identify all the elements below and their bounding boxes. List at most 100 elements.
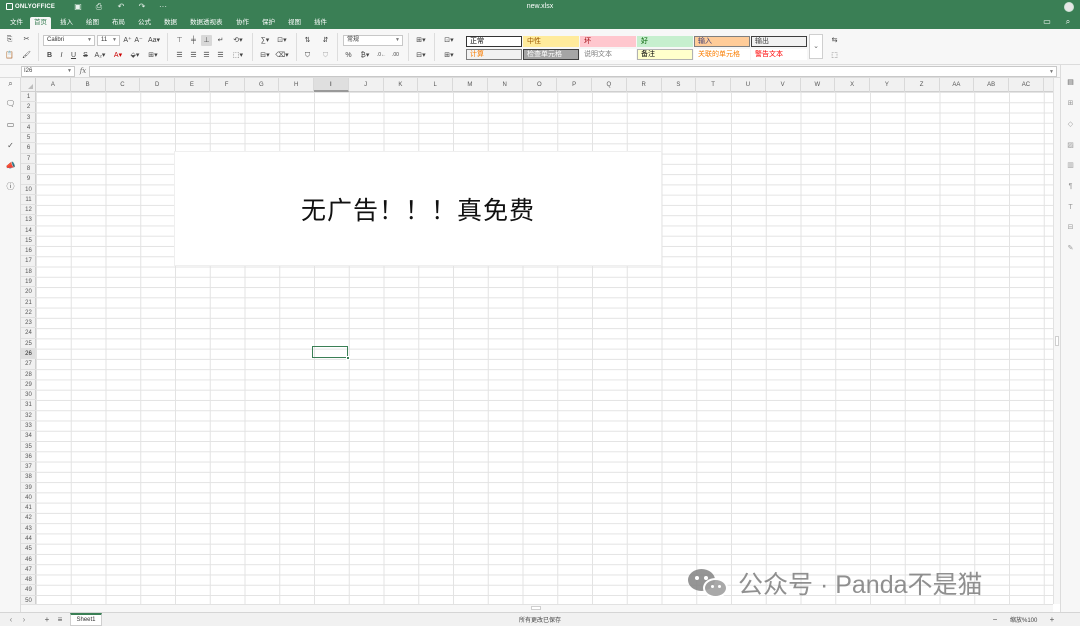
italic-icon[interactable]: I: [56, 50, 67, 61]
comments-icon[interactable]: 🗨: [5, 98, 16, 109]
column-header[interactable]: E: [175, 78, 210, 92]
cell-style-option[interactable]: 警告文本: [751, 49, 807, 60]
column-header[interactable]: S: [662, 78, 697, 92]
strikethrough-icon[interactable]: S: [80, 50, 91, 61]
row-header[interactable]: 36: [21, 452, 36, 463]
autosum-icon[interactable]: ∑▾: [258, 35, 272, 46]
row-header[interactable]: 39: [21, 483, 36, 493]
column-header[interactable]: L: [418, 78, 453, 92]
delete-cells-icon[interactable]: ⊟▾: [414, 50, 428, 61]
sort-ascending-icon[interactable]: ⇅: [302, 35, 313, 46]
active-cell-selection[interactable]: [312, 346, 350, 360]
column-header[interactable]: O: [523, 78, 558, 92]
conditional-format-icon[interactable]: ⊡▾: [441, 35, 457, 46]
cell-style-option[interactable]: 好: [637, 36, 693, 47]
menu-tab[interactable]: 插入: [56, 17, 77, 29]
menu-tab[interactable]: 插件: [310, 17, 331, 29]
shape-settings-icon[interactable]: ◇: [1065, 119, 1076, 130]
clear-icon[interactable]: ⌫▾: [275, 50, 289, 61]
increase-font-icon[interactable]: A⁺: [122, 35, 133, 46]
menu-tab[interactable]: 公式: [134, 17, 155, 29]
row-header[interactable]: 10: [21, 185, 36, 195]
horizontal-scrollbar[interactable]: [21, 604, 1053, 612]
about-icon[interactable]: ⓘ: [5, 181, 16, 192]
change-case-icon[interactable]: Aa▾: [146, 35, 162, 46]
text-art-settings-icon[interactable]: T: [1065, 202, 1076, 213]
row-header[interactable]: 20: [21, 287, 36, 298]
fill-handle[interactable]: [346, 356, 350, 360]
vertical-scroll-thumb[interactable]: [1055, 336, 1059, 346]
column-header[interactable]: Z: [905, 78, 940, 92]
row-header[interactable]: 16: [21, 246, 36, 257]
row-header[interactable]: 17: [21, 256, 36, 267]
row-header[interactable]: 45: [21, 544, 36, 555]
spellcheck-icon[interactable]: ✓: [5, 140, 16, 151]
row-header[interactable]: 44: [21, 534, 36, 545]
save-icon[interactable]: ▣: [73, 2, 83, 12]
row-header[interactable]: 3: [21, 113, 36, 123]
column-header[interactable]: AC: [1009, 78, 1044, 92]
row-header[interactable]: 25: [21, 339, 36, 349]
select-all-corner[interactable]: [21, 78, 36, 92]
clear-filter-icon[interactable]: ⛉: [320, 50, 331, 61]
column-header[interactable]: F: [210, 78, 245, 92]
row-header[interactable]: 18: [21, 267, 36, 278]
bold-icon[interactable]: B: [44, 50, 55, 61]
format-as-table-icon[interactable]: ⊞▾: [441, 50, 457, 61]
add-sheet-icon[interactable]: +: [42, 614, 52, 625]
row-header[interactable]: 9: [21, 174, 36, 185]
row-header[interactable]: 31: [21, 400, 36, 411]
undo-icon[interactable]: ↶: [116, 2, 126, 12]
subscript-icon[interactable]: A₂▾: [93, 50, 107, 61]
column-header[interactable]: T: [696, 78, 731, 92]
cell-style-option[interactable]: 输出: [751, 36, 807, 47]
column-header[interactable]: R: [627, 78, 662, 92]
insert-cells-icon[interactable]: ⊞▾: [414, 35, 428, 46]
cell-style-option[interactable]: 坏: [580, 36, 636, 47]
menu-tab[interactable]: 数据透视表: [186, 17, 227, 29]
zoom-in-icon[interactable]: +: [1047, 614, 1057, 625]
paragraph-settings-icon[interactable]: ¶: [1065, 181, 1076, 192]
row-header[interactable]: 35: [21, 442, 36, 452]
text-box-shape[interactable]: 无广告！！！真免费: [175, 152, 661, 265]
row-header[interactable]: 38: [21, 472, 36, 483]
cell-style-option[interactable]: 说明文本: [580, 49, 636, 60]
row-header[interactable]: 4: [21, 123, 36, 134]
column-header[interactable]: P: [557, 78, 592, 92]
row-header[interactable]: 27: [21, 359, 36, 370]
underline-icon[interactable]: U: [68, 50, 79, 61]
image-settings-icon[interactable]: ▨: [1065, 140, 1076, 151]
row-header[interactable]: 8: [21, 164, 36, 175]
fill-color-icon[interactable]: ⬙▾: [128, 50, 142, 61]
row-header[interactable]: 49: [21, 585, 36, 596]
justify-icon[interactable]: ☰: [215, 50, 226, 61]
font-size-select[interactable]: 11 ▼: [97, 35, 120, 46]
font-name-select[interactable]: Calibri ▼: [43, 35, 95, 46]
open-location-icon[interactable]: ▭: [1042, 17, 1052, 27]
cell-settings-icon[interactable]: ▤: [1065, 77, 1076, 88]
table-settings-icon[interactable]: ⊞: [1065, 98, 1076, 109]
name-box[interactable]: I26 ▼: [21, 66, 75, 77]
align-left-icon[interactable]: ☰: [174, 50, 185, 61]
column-header[interactable]: Y: [870, 78, 905, 92]
search-icon[interactable]: ⌕: [5, 78, 16, 89]
column-header[interactable]: J: [349, 78, 384, 92]
menu-tab[interactable]: 布局: [108, 17, 129, 29]
insert-function-icon[interactable]: fx: [78, 66, 88, 77]
cell-style-option[interactable]: 正常: [466, 36, 522, 47]
cell-style-option[interactable]: 输入: [694, 36, 750, 47]
row-header[interactable]: 42: [21, 513, 36, 524]
row-header[interactable]: 11: [21, 195, 36, 206]
menu-tab[interactable]: 协作: [232, 17, 253, 29]
column-header[interactable]: X: [835, 78, 870, 92]
row-header[interactable]: 19: [21, 277, 36, 288]
borders-icon[interactable]: ⊞▾: [146, 50, 160, 61]
align-right-icon[interactable]: ☰: [201, 50, 212, 61]
menu-tab[interactable]: 视图: [284, 17, 305, 29]
chart-settings-icon[interactable]: ▥: [1065, 160, 1076, 171]
column-header[interactable]: AA: [940, 78, 975, 92]
row-header[interactable]: 12: [21, 205, 36, 216]
select-all-icon[interactable]: ⬚: [829, 50, 840, 61]
row-header[interactable]: 33: [21, 421, 36, 432]
percent-icon[interactable]: %: [343, 50, 354, 61]
